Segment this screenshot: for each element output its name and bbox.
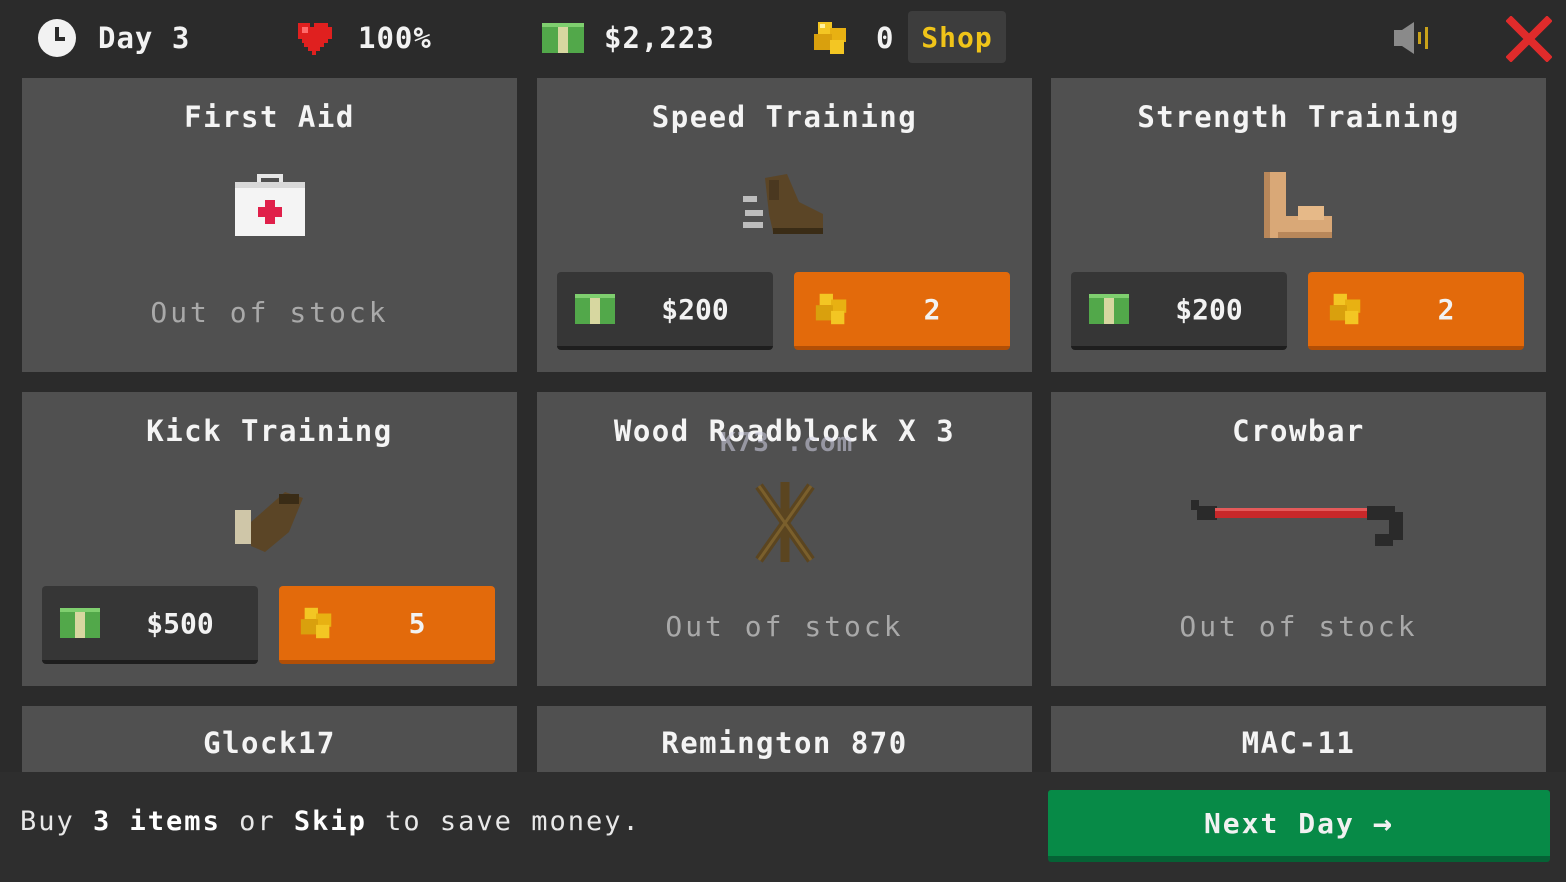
item-title: Kick Training	[146, 414, 393, 448]
hint-highlight-items: 3 items	[93, 806, 221, 837]
hint-text: Buy 3 items or Skip to save money.	[20, 806, 641, 837]
cash-value: $2,223	[604, 21, 715, 55]
shop-item-glock17: Glock17	[22, 706, 517, 772]
arrow-right-icon: →	[1372, 804, 1395, 842]
day-label: Day 3	[98, 21, 191, 55]
next-day-label: Next Day	[1203, 806, 1355, 840]
item-title: Crowbar	[1232, 414, 1365, 448]
cash-price: $200	[661, 292, 729, 326]
gold-display: 0	[810, 18, 894, 58]
shop-item-mac-11: MAC-11	[1051, 706, 1546, 772]
item-title: First Aid	[184, 100, 355, 134]
day-counter: Day 3	[36, 18, 190, 58]
gold-price: 2	[1437, 292, 1455, 326]
shop-item-remington-870: Remington 870	[537, 706, 1032, 772]
gold-nugget-icon	[815, 293, 847, 325]
hint-part: Buy	[20, 806, 94, 837]
shop-item-crowbar: Crowbar Out of stock	[1051, 392, 1546, 686]
shop-item-speed-training: Speed Training $200 2	[537, 78, 1032, 372]
item-title: Speed Training	[651, 100, 918, 134]
gold-price: 5	[408, 606, 426, 640]
boot-icon	[742, 174, 827, 240]
watermark: K73 .com	[720, 428, 854, 458]
kick-icon	[234, 492, 305, 558]
buy-with-gold-button[interactable]: 2	[1308, 272, 1524, 350]
buy-with-gold-button[interactable]: 2	[794, 272, 1010, 350]
crowbar-icon	[1190, 496, 1407, 556]
hint-highlight-skip: Skip	[293, 806, 367, 837]
cash-price: $500	[146, 606, 214, 640]
close-button[interactable]	[1505, 15, 1553, 63]
wood-roadblock-icon	[753, 482, 817, 568]
item-title: Remington 870	[661, 726, 908, 760]
health-value: 100%	[358, 21, 432, 55]
first-aid-kit-icon	[234, 174, 305, 240]
out-of-stock-label: Out of stock	[1179, 610, 1418, 643]
cash-icon	[575, 294, 615, 324]
gold-nugget-icon	[814, 22, 846, 54]
cash-display: $2,223	[542, 18, 715, 58]
gold-nugget-icon	[1329, 293, 1361, 325]
shop-button[interactable]: Shop	[908, 11, 1006, 63]
gold-value: 0	[876, 21, 895, 55]
item-title: Strength Training	[1137, 100, 1460, 134]
next-day-button[interactable]: Next Day →	[1048, 790, 1550, 862]
top-hud: Day 3 100% $2,223 0 Shop	[0, 0, 1566, 76]
buy-with-cash-button[interactable]: $200	[557, 272, 773, 350]
cash-price: $200	[1175, 292, 1243, 326]
hint-part: or	[220, 806, 294, 837]
cash-icon	[60, 608, 100, 638]
cash-icon	[1089, 294, 1129, 324]
buy-with-gold-button[interactable]: 5	[279, 586, 495, 664]
flexed-arm-icon	[1263, 170, 1334, 244]
buy-with-cash-button[interactable]: $500	[42, 586, 258, 664]
speaker-icon	[1394, 22, 1428, 54]
clock-icon	[38, 19, 76, 57]
gold-nugget-icon	[300, 607, 332, 639]
cash-icon	[542, 23, 584, 53]
close-icon	[1505, 15, 1553, 63]
health-display: 100%	[294, 18, 432, 58]
shop-item-kick-training: Kick Training $500 5	[22, 392, 517, 686]
sound-toggle[interactable]	[1392, 20, 1436, 56]
shop-item-strength-training: Strength Training $200 2	[1051, 78, 1546, 372]
shop-item-first-aid: First Aid Out of stock	[22, 78, 517, 372]
hint-part: to save money.	[366, 806, 641, 837]
item-title: Glock17	[203, 726, 336, 760]
buy-with-cash-button[interactable]: $200	[1071, 272, 1287, 350]
heart-icon	[298, 23, 332, 55]
item-title: MAC-11	[1241, 726, 1356, 760]
gold-price: 2	[923, 292, 941, 326]
out-of-stock-label: Out of stock	[665, 610, 904, 643]
out-of-stock-label: Out of stock	[150, 296, 389, 329]
